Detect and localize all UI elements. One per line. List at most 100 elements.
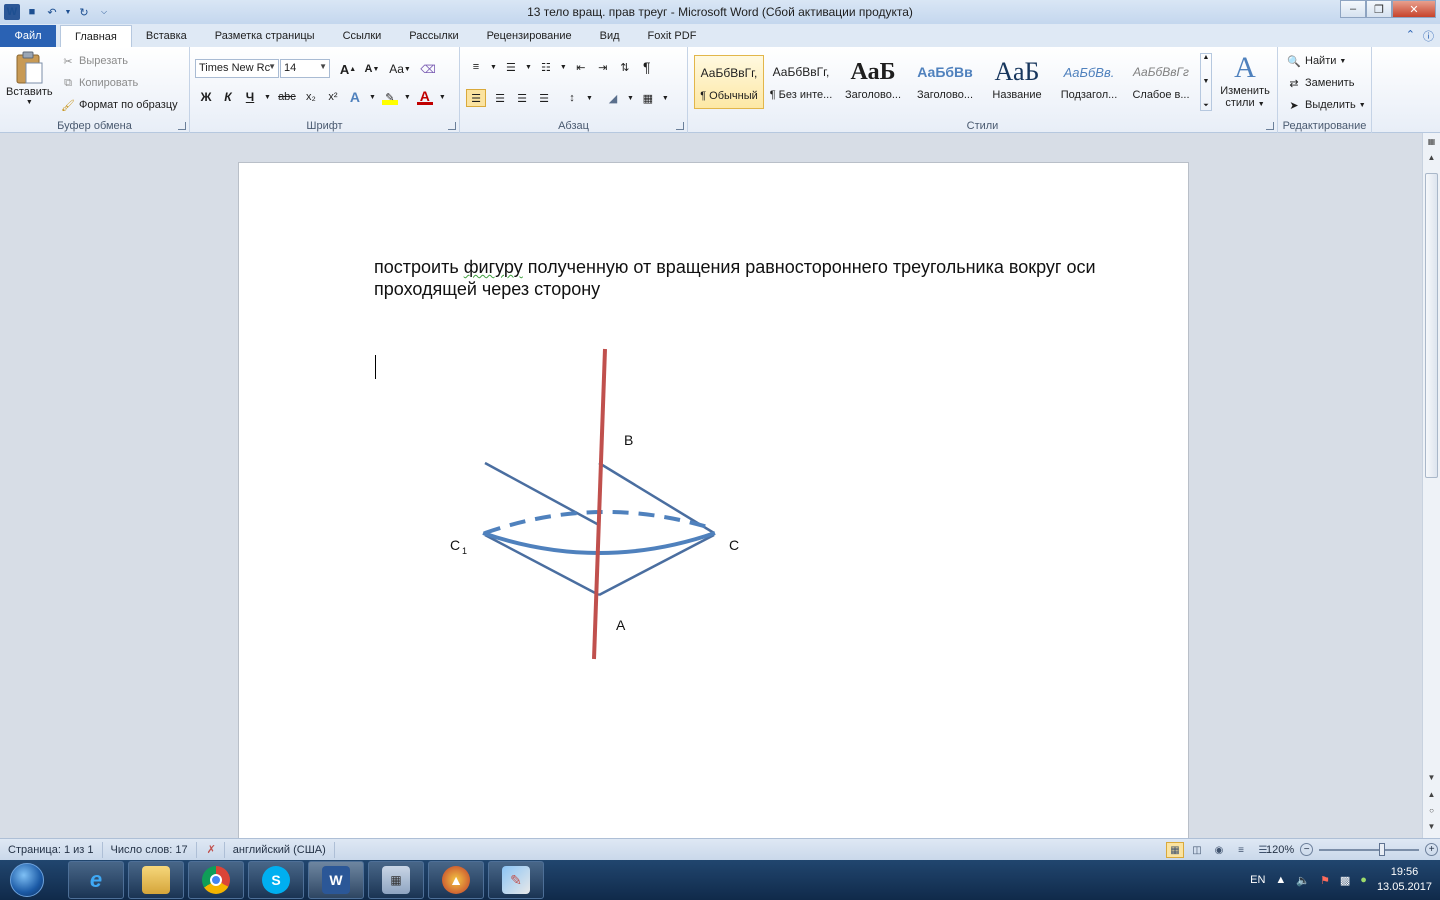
- zoom-slider[interactable]: [1319, 842, 1420, 856]
- copy-button[interactable]: ⧉ Копировать: [60, 75, 138, 91]
- change-styles-button[interactable]: A Изменить стили ▼: [1216, 51, 1274, 109]
- minimize-button[interactable]: –: [1340, 0, 1366, 18]
- taskbar-explorer[interactable]: [128, 861, 184, 899]
- style-heading-2[interactable]: АаБбВв Заголово...: [910, 55, 980, 109]
- tab-view[interactable]: Вид: [586, 25, 634, 47]
- tab-mailings[interactable]: Рассылки: [395, 25, 472, 47]
- taskbar-calculator[interactable]: ▦: [368, 861, 424, 899]
- taskbar-paint[interactable]: ✎: [488, 861, 544, 899]
- numbering-icon[interactable]: ☰: [503, 59, 519, 75]
- font-name-select[interactable]: Times New Rc ▼: [195, 59, 279, 78]
- styles-launcher-icon[interactable]: [1266, 122, 1274, 130]
- scrollbar-thumb[interactable]: [1425, 173, 1438, 478]
- bold-button[interactable]: Ж: [198, 89, 214, 105]
- shading-icon[interactable]: ◢: [605, 90, 621, 106]
- shading-dropdown-icon[interactable]: ▼: [627, 95, 634, 102]
- shrink-font-button[interactable]: A ▼: [364, 61, 380, 77]
- align-left-icon[interactable]: ☰: [466, 89, 486, 107]
- multilevel-list-icon[interactable]: ☷: [538, 59, 554, 75]
- save-icon[interactable]: ■: [24, 4, 40, 20]
- italic-button[interactable]: К: [220, 89, 236, 105]
- scroll-up-icon[interactable]: ▲: [1425, 151, 1438, 164]
- full-screen-reading-icon[interactable]: ◫: [1188, 842, 1206, 858]
- web-layout-icon[interactable]: ◉: [1210, 842, 1228, 858]
- tab-references[interactable]: Ссылки: [329, 25, 396, 47]
- styles-scroll[interactable]: ▲ ▼ ⏷: [1200, 53, 1212, 111]
- flag-icon[interactable]: ⚑: [1320, 874, 1330, 887]
- maximize-button[interactable]: ❐: [1366, 0, 1392, 18]
- zoom-slider-knob[interactable]: [1379, 842, 1386, 856]
- volume-icon[interactable]: 🔈: [1296, 874, 1310, 887]
- superscript-button[interactable]: x²: [325, 89, 341, 105]
- justify-icon[interactable]: ☰: [536, 90, 552, 106]
- bullets-icon[interactable]: ≡: [468, 59, 484, 75]
- style-title[interactable]: АаБ Название: [982, 55, 1052, 109]
- browse-object-icon[interactable]: ○: [1425, 804, 1438, 817]
- taskbar-ie[interactable]: e: [68, 861, 124, 899]
- increase-indent-icon[interactable]: ⇥: [595, 59, 611, 75]
- line-spacing-dropdown-icon[interactable]: ▼: [586, 95, 593, 102]
- taskbar-word[interactable]: W: [308, 861, 364, 899]
- zoom-level[interactable]: 120%: [1266, 844, 1294, 856]
- previous-page-icon[interactable]: ▲: [1425, 788, 1438, 801]
- zoom-in-button[interactable]: +: [1425, 843, 1439, 856]
- text-effects-dropdown-icon[interactable]: ▼: [369, 94, 376, 101]
- clock[interactable]: 19:56 13.05.2017: [1377, 865, 1432, 895]
- undo-icon[interactable]: ↶: [44, 4, 60, 20]
- tab-home[interactable]: Главная: [60, 25, 132, 47]
- start-button[interactable]: [0, 860, 54, 900]
- customize-qat-icon[interactable]: ⌵: [96, 4, 112, 20]
- taskbar-skype[interactable]: S: [248, 861, 304, 899]
- replace-button[interactable]: ⇄ Заменить: [1286, 75, 1354, 91]
- clipboard-launcher-icon[interactable]: [178, 122, 186, 130]
- sort-icon[interactable]: ⇅: [617, 59, 633, 75]
- multilevel-dropdown-icon[interactable]: ▼: [560, 64, 567, 71]
- clear-formatting-icon[interactable]: ⌫: [420, 61, 436, 77]
- document-area[interactable]: построить фигуру полученную от вращения …: [0, 133, 1422, 838]
- redo-icon[interactable]: ↻: [76, 4, 92, 20]
- underline-button[interactable]: Ч: [242, 89, 258, 105]
- word-count[interactable]: Число слов: 17: [103, 841, 197, 858]
- align-center-icon[interactable]: ☰: [492, 90, 508, 106]
- language-indicator[interactable]: английский (США): [225, 841, 335, 858]
- subscript-button[interactable]: x₂: [303, 89, 319, 105]
- strikethrough-button[interactable]: abc: [277, 89, 297, 105]
- grow-font-button[interactable]: A ▲: [340, 61, 356, 77]
- style-no-spacing[interactable]: АаБбВвГг, ¶ Без инте...: [766, 55, 836, 109]
- style-normal[interactable]: АаБбВвГг, ¶ Обычный: [694, 55, 764, 109]
- input-language[interactable]: EN: [1250, 874, 1265, 886]
- numbering-dropdown-icon[interactable]: ▼: [525, 64, 532, 71]
- tab-foxit-pdf[interactable]: Foxit PDF: [634, 25, 711, 47]
- borders-dropdown-icon[interactable]: ▼: [662, 95, 669, 102]
- taskbar-app-circle[interactable]: ▲: [428, 861, 484, 899]
- bullets-dropdown-icon[interactable]: ▼: [490, 64, 497, 71]
- tray-expand-icon[interactable]: ▲: [1275, 874, 1286, 886]
- font-launcher-icon[interactable]: [448, 122, 456, 130]
- underline-dropdown-icon[interactable]: ▼: [264, 94, 271, 101]
- show-formatting-icon[interactable]: ¶: [639, 59, 655, 75]
- font-size-select[interactable]: 14 ▼: [280, 59, 330, 78]
- find-button[interactable]: 🔍 Найти ▼: [1286, 53, 1346, 69]
- font-color-icon[interactable]: A: [416, 88, 433, 105]
- proofing-status[interactable]: ✗: [197, 841, 225, 858]
- vertical-scrollbar[interactable]: ▦ ▲ ▼ ▲ ○ ▼: [1422, 133, 1440, 838]
- tab-insert[interactable]: Вставка: [132, 25, 201, 47]
- zoom-out-button[interactable]: −: [1300, 843, 1314, 856]
- align-right-icon[interactable]: ☰: [514, 90, 530, 106]
- print-layout-view-icon[interactable]: ▦: [1166, 842, 1184, 858]
- change-case-button[interactable]: Aa ▼: [388, 61, 412, 77]
- battery-icon[interactable]: ●: [1360, 874, 1367, 886]
- help-icon[interactable]: ⓘ: [1423, 28, 1434, 44]
- paste-button[interactable]: Вставить ▼: [6, 51, 53, 106]
- network-icon[interactable]: ▩: [1340, 874, 1350, 887]
- tab-review[interactable]: Рецензирование: [473, 25, 586, 47]
- tab-page-layout[interactable]: Разметка страницы: [201, 25, 329, 47]
- styles-up-icon[interactable]: ▲: [1203, 54, 1210, 61]
- font-color-dropdown-icon[interactable]: ▼: [439, 94, 446, 101]
- styles-more-icon[interactable]: ⏷: [1203, 102, 1209, 110]
- select-button[interactable]: ➤ Выделить ▼: [1286, 97, 1365, 113]
- scroll-down-icon[interactable]: ▼: [1425, 771, 1438, 784]
- document-page[interactable]: построить фигуру полученную от вращения …: [238, 162, 1189, 838]
- tab-file[interactable]: Файл: [0, 25, 56, 47]
- styles-down-icon[interactable]: ▼: [1203, 78, 1210, 85]
